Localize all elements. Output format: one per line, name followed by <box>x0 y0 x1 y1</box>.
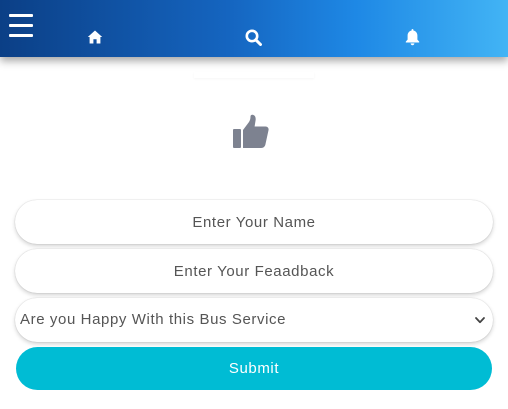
happy-select-value: Are you Happy With this Bus Service <box>20 311 287 328</box>
name-input[interactable] <box>15 200 493 244</box>
home-icon[interactable] <box>87 29 103 45</box>
header-divider <box>194 72 314 78</box>
hamburger-line <box>9 24 33 27</box>
hamburger-line <box>9 34 33 37</box>
top-nav-bar <box>0 0 508 57</box>
hamburger-menu-icon[interactable] <box>9 14 33 38</box>
hamburger-line <box>9 14 33 17</box>
bell-icon[interactable] <box>404 28 421 46</box>
happy-with-service-select[interactable]: Are you Happy With this Bus Service <box>15 298 493 342</box>
submit-button[interactable]: Submit <box>16 347 492 390</box>
search-icon[interactable] <box>245 29 262 46</box>
happy-select-wrapper: Are you Happy With this Bus Service <box>15 298 493 342</box>
feedback-input[interactable] <box>15 249 493 293</box>
thumbs-up-icon <box>232 114 270 150</box>
